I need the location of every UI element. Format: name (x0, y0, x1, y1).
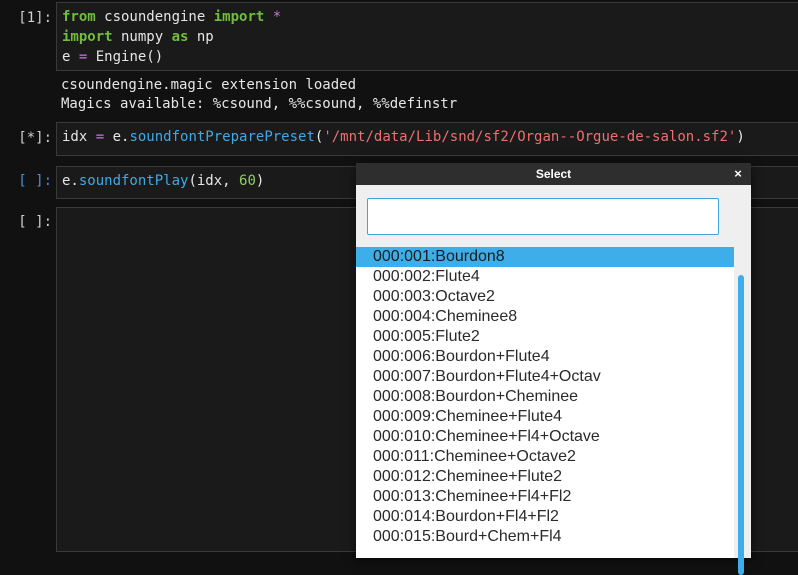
code-line: e = Engine() (62, 47, 793, 67)
list-scrollbar[interactable] (738, 275, 744, 575)
code-token: ) (736, 129, 745, 145)
code-token: Engine() (87, 49, 164, 65)
code-token: soundfontPlay (78, 173, 189, 189)
list-item[interactable]: 000:002:Flute4 (356, 267, 734, 287)
code-token: * (272, 9, 282, 25)
code-token: '/mnt/data/Lib/snd/sf2/Organ--Orgue-de-s… (323, 129, 737, 145)
cell-1-code[interactable]: from csoundengine import * import numpy a… (56, 2, 798, 71)
list-item[interactable]: 000:005:Flute2 (356, 327, 734, 347)
code-line: idx = e.soundfontPreparePreset('/mnt/dat… (62, 127, 793, 147)
list-item[interactable]: 000:014:Bourdon+Fl4+Fl2 (356, 507, 734, 527)
dialog-title: Select (535, 167, 572, 181)
code-token: (idx, (188, 173, 240, 189)
cell-1-prompt: [1]: (18, 10, 52, 26)
code-token: idx (62, 129, 96, 145)
list-item[interactable]: 000:009:Cheminee+Flute4 (356, 407, 734, 427)
list-item[interactable]: 000:006:Bourdon+Flute4 (356, 347, 734, 367)
list-item[interactable]: 000:008:Bourdon+Cheminee (356, 387, 734, 407)
code-token: e. (62, 173, 79, 189)
code-line: import numpy as np (62, 27, 793, 47)
code-token: from (62, 9, 96, 25)
code-token: e. (104, 129, 130, 145)
list-item[interactable]: 000:003:Octave2 (356, 287, 734, 307)
code-token: csoundengine (95, 9, 214, 25)
code-line: from csoundengine import * (62, 7, 793, 27)
cell-1-output-line-2: Magics available: %csound, %%csound, %%d… (61, 96, 458, 112)
list-item[interactable]: 000:007:Bourdon+Flute4+Octav (356, 367, 734, 387)
cell-2-code[interactable]: idx = e.soundfontPreparePreset('/mnt/dat… (56, 122, 798, 156)
list-item[interactable]: 000:010:Cheminee+Fl4+Octave (356, 427, 734, 447)
search-input[interactable] (367, 198, 719, 235)
list-item[interactable]: 000:015:Bourd+Chem+Fl4 (356, 527, 734, 547)
code-token: np (188, 29, 214, 45)
list-item[interactable]: 000:013:Cheminee+Fl4+Fl2 (356, 487, 734, 507)
list-item[interactable]: 000:004:Cheminee8 (356, 307, 734, 327)
code-token: e (62, 49, 79, 65)
list-item[interactable]: 000:012:Cheminee+Flute2 (356, 467, 734, 487)
list-item[interactable]: 000:001:Bourdon8 (356, 247, 734, 267)
cell-2-prompt: [*]: (18, 130, 52, 146)
dialog-titlebar[interactable]: Select × (356, 163, 751, 185)
cell-3-prompt: [ ]: (18, 173, 52, 189)
code-token: as (171, 29, 189, 45)
code-token: 60 (239, 173, 256, 189)
code-token: ) (255, 173, 265, 189)
code-token: numpy (112, 29, 172, 45)
code-token: import (213, 9, 265, 25)
close-icon[interactable]: × (731, 163, 745, 185)
cell-1-output-line-1: csoundengine.magic extension loaded (61, 77, 357, 93)
dialog-body: 000:001:Bourdon8 000:002:Flute4 000:003:Oc… (356, 185, 751, 575)
cell-4-prompt: [ ]: (18, 214, 52, 230)
code-token: = (95, 129, 105, 145)
list-item[interactable]: 000:011:Cheminee+Octave2 (356, 447, 734, 467)
select-dialog: Select × 000:001:Bourdon8 000:002:Flute4 0… (356, 163, 751, 575)
code-token: soundfontPreparePreset (129, 129, 315, 145)
code-token: import (62, 29, 113, 45)
preset-list[interactable]: 000:001:Bourdon8 000:002:Flute4 000:003:Oc… (356, 247, 734, 558)
